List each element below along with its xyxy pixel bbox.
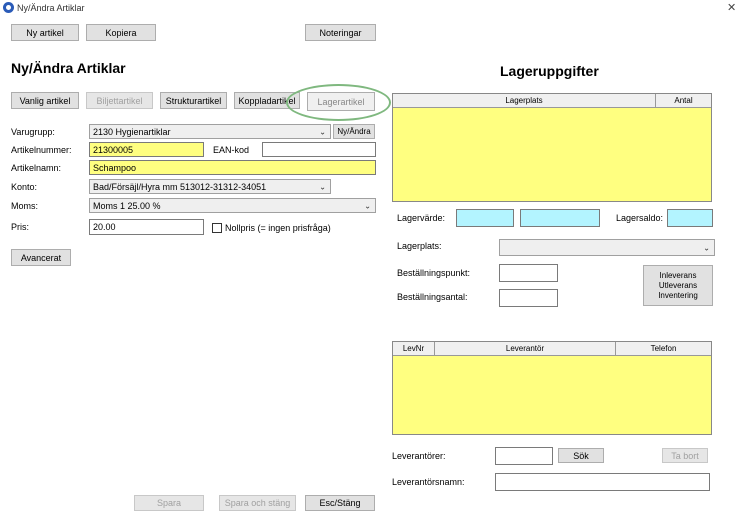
inleverans-label: Inleverans (659, 270, 697, 280)
moms-select[interactable]: Moms 1 25.00 % ⌄ (89, 198, 376, 213)
lagersaldo-label: Lagersaldo: (616, 213, 664, 223)
lagervarde-field-1 (456, 209, 514, 227)
konto-value: Bad/Försäjl/Hyra mm 513012-31312-34051 (93, 181, 267, 192)
varugrupp-select[interactable]: 2130 Hygienartiklar ⌄ (89, 124, 331, 139)
chevron-down-icon: ⌄ (364, 201, 371, 210)
window-title: Ny/Ändra Artiklar (17, 3, 85, 13)
lagersaldo-field (667, 209, 713, 227)
leverantorer-label: Leverantörer: (392, 451, 446, 461)
leverantorer-field[interactable] (495, 447, 553, 465)
new-edit-group-button[interactable]: Ny/Ändra (333, 124, 375, 139)
tab-koppladartikel[interactable]: Koppladartikel (234, 92, 300, 109)
ean-field[interactable] (262, 142, 376, 157)
bestallningsantal-label: Beställningsantal: (397, 292, 468, 302)
column-header-levnr[interactable]: LevNr (393, 342, 435, 356)
app-icon (3, 2, 14, 13)
chevron-down-icon: ⌄ (319, 182, 326, 191)
save-close-button[interactable]: Spara och stäng (219, 495, 296, 511)
bestallningspunkt-label: Beställningspunkt: (397, 268, 471, 278)
supplier-grid[interactable]: LevNr Leverantör Telefon (392, 341, 712, 435)
tab-lagerartikel[interactable]: Lagerartikel (307, 92, 375, 111)
stock-grid[interactable]: Lagerplats Antal (392, 93, 712, 202)
nollpris-label: Nollpris (= ingen prisfråga) (225, 223, 331, 233)
moms-value: Moms 1 25.00 % (93, 200, 161, 211)
tab-biljettartikel[interactable]: Biljettartikel (86, 92, 153, 109)
close-icon[interactable]: ✕ (727, 1, 736, 14)
page-title: Ny/Ändra Artiklar (11, 60, 126, 76)
utleverans-label: Utleverans (658, 280, 698, 290)
lagerplats-label: Lagerplats: (397, 241, 442, 251)
notes-button[interactable]: Noteringar (305, 24, 376, 41)
nollpris-checkbox[interactable] (212, 223, 222, 233)
bestallningsantal-field[interactable] (499, 289, 558, 307)
bestallningspunkt-field[interactable] (499, 264, 558, 282)
lagervarde-field-2 (520, 209, 600, 227)
lagervarde-label: Lagervärde: (397, 213, 446, 223)
esc-close-button[interactable]: Esc/Stäng (305, 495, 375, 511)
konto-select[interactable]: Bad/Försäjl/Hyra mm 513012-31312-34051 ⌄ (89, 179, 331, 194)
artikelnummer-field[interactable]: 21300005 (89, 142, 204, 157)
column-header-antal[interactable]: Antal (656, 94, 711, 108)
chevron-down-icon: ⌄ (319, 127, 326, 136)
inleverans-button[interactable]: Inleverans Utleverans Inventering (643, 265, 713, 306)
artikelnamn-label: Artikelnamn: (11, 163, 62, 173)
tab-strukturartikel[interactable]: Strukturartikel (160, 92, 227, 109)
advanced-button[interactable]: Avancerat (11, 249, 71, 266)
varugrupp-label: Varugrupp: (11, 127, 55, 137)
artikelnamn-field[interactable]: Schampoo (89, 160, 376, 175)
new-article-button[interactable]: Ny artikel (11, 24, 79, 41)
pris-label: Pris: (11, 222, 29, 232)
artikelnummer-label: Artikelnummer: (11, 145, 72, 155)
copy-button[interactable]: Kopiera (86, 24, 156, 41)
column-header-leverantor[interactable]: Leverantör (435, 342, 616, 356)
leverantorsnamn-label: Leverantörsnamn: (392, 477, 465, 487)
inventering-label: Inventering (658, 290, 698, 300)
konto-label: Konto: (11, 182, 38, 192)
tab-vanlig-artikel[interactable]: Vanlig artikel (11, 92, 79, 109)
search-button[interactable]: Sök (558, 448, 604, 463)
chevron-down-icon: ⌄ (703, 243, 710, 252)
leverantorsnamn-field[interactable] (495, 473, 710, 491)
varugrupp-value: 2130 Hygienartiklar (93, 126, 171, 137)
remove-button[interactable]: Ta bort (662, 448, 708, 463)
save-button[interactable]: Spara (134, 495, 204, 511)
column-header-telefon[interactable]: Telefon (616, 342, 711, 356)
title-bar (0, 0, 743, 17)
column-header-lagerplats[interactable]: Lagerplats (393, 94, 656, 108)
lagerplats-select[interactable]: ⌄ (499, 239, 715, 256)
ean-label: EAN-kod (213, 145, 250, 155)
stock-heading: Lageruppgifter (500, 63, 599, 79)
pris-field[interactable]: 20.00 (89, 219, 204, 235)
moms-label: Moms: (11, 201, 38, 211)
